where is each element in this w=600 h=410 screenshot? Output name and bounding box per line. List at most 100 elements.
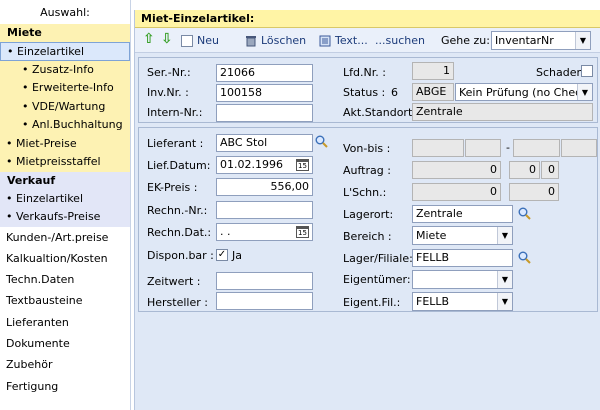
calendar-icon[interactable]: 15 — [296, 226, 309, 238]
eigentuemer-label: Eigentümer: — [343, 273, 411, 286]
chevron-down-icon[interactable]: ▼ — [577, 84, 592, 100]
page-title: Miet-Einzelartikel: — [135, 10, 600, 28]
sidebar-item-miet-preise[interactable]: • Miet-Preise — [0, 134, 130, 153]
auftrag-count2-field: 0 — [541, 161, 559, 179]
bis-field — [513, 139, 560, 157]
bis-time-field — [561, 139, 597, 157]
rechnnr-field[interactable] — [216, 201, 313, 219]
invnr-label: Inv.Nr. : — [147, 86, 189, 99]
bereich-select[interactable]: Miete ▼ — [412, 226, 513, 245]
status-select[interactable]: Kein Prüfung (no Check) ▼ — [455, 83, 593, 101]
sidebar-item-verkauf-einzelartikel[interactable]: • Einzelartikel — [0, 189, 130, 208]
von-field — [412, 139, 464, 157]
chevron-down-icon[interactable]: ▼ — [575, 32, 590, 49]
ekpreis-field[interactable]: 556,00 — [216, 178, 313, 196]
zeitwert-field[interactable] — [216, 272, 313, 290]
sidebar-group-miete[interactable]: Miete — [0, 24, 130, 42]
eigentuemer-select[interactable]: ▼ — [412, 270, 513, 289]
sidebar-item-miete-einzelartikel[interactable]: • Einzelartikel — [0, 42, 130, 61]
standort-label: Akt.Standort : — [343, 106, 420, 119]
lschn-field: 0 — [412, 183, 501, 201]
status-number: 6 — [391, 86, 398, 99]
schaden-checkbox[interactable] — [581, 65, 593, 77]
text-button[interactable]: Text... — [319, 32, 368, 49]
lfdnr-field: 1 — [412, 62, 454, 80]
search-button[interactable]: ...suchen — [375, 32, 425, 49]
lfdnr-label: Lfd.Nr. : — [343, 66, 386, 79]
goto-select[interactable]: InventarNr ▼ — [491, 31, 591, 50]
status-code-field: ABGE — [412, 83, 454, 101]
sernr-field[interactable]: 21066 — [216, 64, 313, 82]
sidebar-title: Auswahl: — [40, 6, 90, 19]
sidebar-item-anl-buchhaltung[interactable]: • Anl.Buchhaltung — [0, 116, 130, 135]
status-label: Status : — [343, 86, 386, 99]
goto-value: InventarNr — [495, 34, 554, 47]
sidebar-group-verkauf[interactable]: Verkauf — [0, 171, 130, 190]
sidebar-item-zubehoer[interactable]: Zubehör — [0, 354, 130, 375]
search-icon[interactable] — [518, 251, 531, 264]
search-icon[interactable] — [315, 135, 328, 148]
sidebar-item-verkaufs-preise[interactable]: • Verkaufs-Preise — [0, 208, 130, 227]
sidebar-item-dokumente[interactable]: Dokumente — [0, 333, 130, 354]
sidebar-item-techn-daten[interactable]: Techn.Daten — [0, 269, 130, 290]
lagerfiliale-label: Lager/Filiale: — [343, 252, 413, 265]
dispon-checkbox[interactable]: ✓ — [216, 249, 228, 261]
vonbis-label: Von-bis : — [343, 142, 391, 155]
invnr-field[interactable]: 100158 — [216, 84, 313, 102]
sidebar-item-lieferanten[interactable]: Lieferanten — [0, 312, 130, 333]
new-button[interactable]: Neu — [181, 32, 219, 49]
eigentfil-label: Eigent.Fil.: — [343, 296, 401, 309]
von-time-field — [465, 139, 501, 157]
text-label: Text... — [335, 34, 368, 47]
lagerfiliale-field[interactable]: FELLB — [412, 249, 513, 267]
search-icon[interactable] — [518, 207, 531, 220]
navigation-sidebar: Auswahl: Miete • Einzelartikel • Zusatz-… — [0, 0, 131, 410]
sidebar-item-fertigung[interactable]: Fertigung — [0, 376, 130, 397]
auftrag-label: Auftrag : — [343, 164, 391, 177]
bereich-label: Bereich : — [343, 230, 392, 243]
dispon-value: Ja — [232, 249, 242, 262]
ekpreis-label: EK-Preis : — [147, 181, 198, 194]
lagerort-label: Lagerort: — [343, 208, 394, 221]
sernr-label: Ser.-Nr.: — [147, 66, 191, 79]
trash-icon — [246, 35, 256, 46]
status-value: Kein Prüfung (no Check) — [459, 85, 592, 99]
sidebar-item-kunden-art-preise[interactable]: Kunden-/Art.preise — [0, 227, 130, 248]
delete-label: Löschen — [261, 34, 307, 47]
internnr-field[interactable] — [216, 104, 313, 122]
eigentfil-value: FELLB — [416, 295, 450, 308]
sidebar-item-kalkulation-kosten[interactable]: Kalkualtion/Kosten — [0, 248, 130, 269]
sidebar-item-textbausteine[interactable]: Textbausteine — [0, 290, 130, 311]
lagerort-field[interactable]: Zentrale — [412, 205, 513, 223]
chevron-down-icon[interactable]: ▼ — [497, 227, 512, 244]
chevron-down-icon[interactable]: ▼ — [497, 271, 512, 288]
delete-button[interactable]: Löschen — [245, 32, 306, 49]
sidebar-item-mietpreisstaffel[interactable]: • Mietpreisstaffel — [0, 153, 130, 172]
auftrag-count-field: 0 — [509, 161, 540, 179]
dispon-label: Dispon.bar : — [147, 249, 214, 262]
header-fields-panel: Ser.-Nr.: 21066 Inv.Nr. : 100158 Intern-… — [138, 57, 598, 123]
rechndat-label: Rechn.Dat.: — [147, 226, 212, 239]
auftrag-field: 0 — [412, 161, 501, 179]
calendar-icon[interactable]: 15 — [296, 159, 309, 171]
hersteller-label: Hersteller : — [147, 296, 208, 309]
internnr-label: Intern-Nr.: — [147, 106, 203, 119]
hersteller-field[interactable] — [216, 292, 313, 310]
schaden-label: Schaden — [536, 66, 584, 79]
sidebar-item-zusatz-info[interactable]: • Zusatz-Info — [0, 60, 130, 79]
arrow-up-icon[interactable]: ⇧ — [143, 31, 155, 47]
main-panel: Miet-Einzelartikel: ⇧ ⇩ Neu Löschen Text… — [134, 10, 600, 410]
lieferant-label: Lieferant : — [147, 137, 204, 150]
lieferant-field[interactable]: ABC Stol — [216, 134, 313, 152]
detail-fields-panel: Lieferant : ABC Stol Lief.Datum: 01.02.1… — [138, 127, 598, 312]
chevron-down-icon[interactable]: ▼ — [497, 293, 512, 310]
sidebar-item-vde-wartung[interactable]: • VDE/Wartung — [0, 97, 130, 116]
goto-label: Gehe zu: — [441, 34, 490, 47]
eigentfil-select[interactable]: FELLB ▼ — [412, 292, 513, 311]
sidebar-item-erweiterte-info[interactable]: • Erweiterte-Info — [0, 79, 130, 98]
rechnnr-label: Rechn.-Nr.: — [147, 204, 208, 217]
lschn-label: L'Schn.: — [343, 186, 387, 199]
zeitwert-label: Zeitwert : — [147, 275, 201, 288]
arrow-down-icon[interactable]: ⇩ — [161, 31, 173, 47]
toolbar: ⇧ ⇩ Neu Löschen Text... ...suchen Gehe z… — [135, 28, 600, 53]
